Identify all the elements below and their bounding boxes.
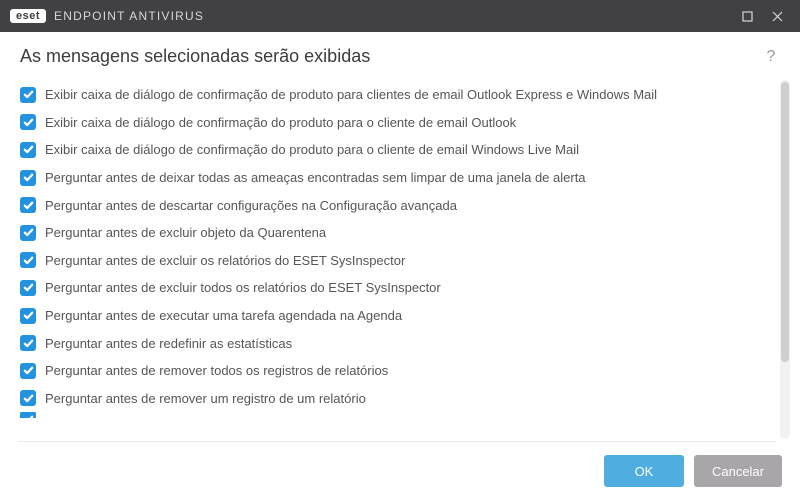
list-item: Perguntar antes de remover todos os regi…	[18, 357, 776, 385]
help-button[interactable]: ?	[762, 48, 780, 66]
list-container: Exibir caixa de diálogo de confirmação d…	[18, 77, 790, 442]
checkbox[interactable]	[20, 197, 36, 213]
list-item: Perguntar antes de redefinir as estatíst…	[18, 329, 776, 357]
scrollbar-track[interactable]	[780, 80, 790, 439]
list-item: Perguntar antes de descartar configuraçõ…	[18, 191, 776, 219]
titlebar: eset ENDPOINT ANTIVIRUS	[0, 0, 800, 32]
checkbox[interactable]	[20, 280, 36, 296]
list-item: Exibir caixa de diálogo de confirmação d…	[18, 109, 776, 137]
checkbox[interactable]	[20, 363, 36, 379]
close-icon	[772, 11, 783, 22]
dialog-header: As mensagens selecionadas serão exibidas…	[0, 32, 800, 77]
list-item: Perguntar antes de excluir os relatórios…	[18, 247, 776, 275]
checkbox[interactable]	[20, 412, 36, 418]
checkbox[interactable]	[20, 142, 36, 158]
list-item: Perguntar antes de excluir todos os rela…	[18, 274, 776, 302]
scrollbar-thumb[interactable]	[781, 82, 789, 362]
list-item-peek	[18, 412, 776, 418]
help-icon: ?	[767, 48, 776, 66]
window-close-button[interactable]	[762, 0, 792, 32]
checkbox[interactable]	[20, 114, 36, 130]
list-item-label: Exibir caixa de diálogo de confirmação d…	[45, 87, 657, 102]
list-item-label: Perguntar antes de remover um registro d…	[45, 391, 366, 406]
checkbox[interactable]	[20, 225, 36, 241]
list-item-label: Perguntar antes de remover todos os regi…	[45, 363, 388, 378]
dialog-title: As mensagens selecionadas serão exibidas	[20, 46, 762, 67]
list-item-label: Perguntar antes de excluir objeto da Qua…	[45, 225, 326, 240]
list-item: Perguntar antes de executar uma tarefa a…	[18, 302, 776, 330]
cancel-button[interactable]: Cancelar	[694, 455, 782, 487]
list-item: Exibir caixa de diálogo de confirmação d…	[18, 136, 776, 164]
dialog-footer: OK Cancelar	[0, 442, 800, 500]
list-item: Perguntar antes de remover um registro d…	[18, 385, 776, 413]
brand-badge: eset	[10, 9, 46, 23]
list-item: Perguntar antes de deixar todas as ameaç…	[18, 164, 776, 192]
list-item-label: Exibir caixa de diálogo de confirmação d…	[45, 115, 516, 130]
list-item-label: Perguntar antes de excluir todos os rela…	[45, 280, 441, 295]
list-item: Exibir caixa de diálogo de confirmação d…	[18, 81, 776, 109]
checkbox[interactable]	[20, 390, 36, 406]
message-list: Exibir caixa de diálogo de confirmação d…	[18, 77, 776, 442]
checkbox[interactable]	[20, 335, 36, 351]
list-item: Perguntar antes de excluir objeto da Qua…	[18, 219, 776, 247]
list-item-label: Perguntar antes de deixar todas as ameaç…	[45, 170, 586, 185]
minimize-icon	[742, 11, 753, 22]
list-item-label: Perguntar antes de redefinir as estatíst…	[45, 336, 292, 351]
list-item-label: Perguntar antes de executar uma tarefa a…	[45, 308, 402, 323]
list-item-label: Perguntar antes de descartar configuraçõ…	[45, 198, 457, 213]
checkbox[interactable]	[20, 170, 36, 186]
brand-text: ENDPOINT ANTIVIRUS	[54, 9, 204, 23]
window-minimize-button[interactable]	[732, 0, 762, 32]
list-item-label: Exibir caixa de diálogo de confirmação d…	[45, 142, 579, 157]
ok-button[interactable]: OK	[604, 455, 684, 487]
list-item-label: Perguntar antes de excluir os relatórios…	[45, 253, 405, 268]
checkbox[interactable]	[20, 308, 36, 324]
checkbox[interactable]	[20, 252, 36, 268]
checkbox[interactable]	[20, 87, 36, 103]
